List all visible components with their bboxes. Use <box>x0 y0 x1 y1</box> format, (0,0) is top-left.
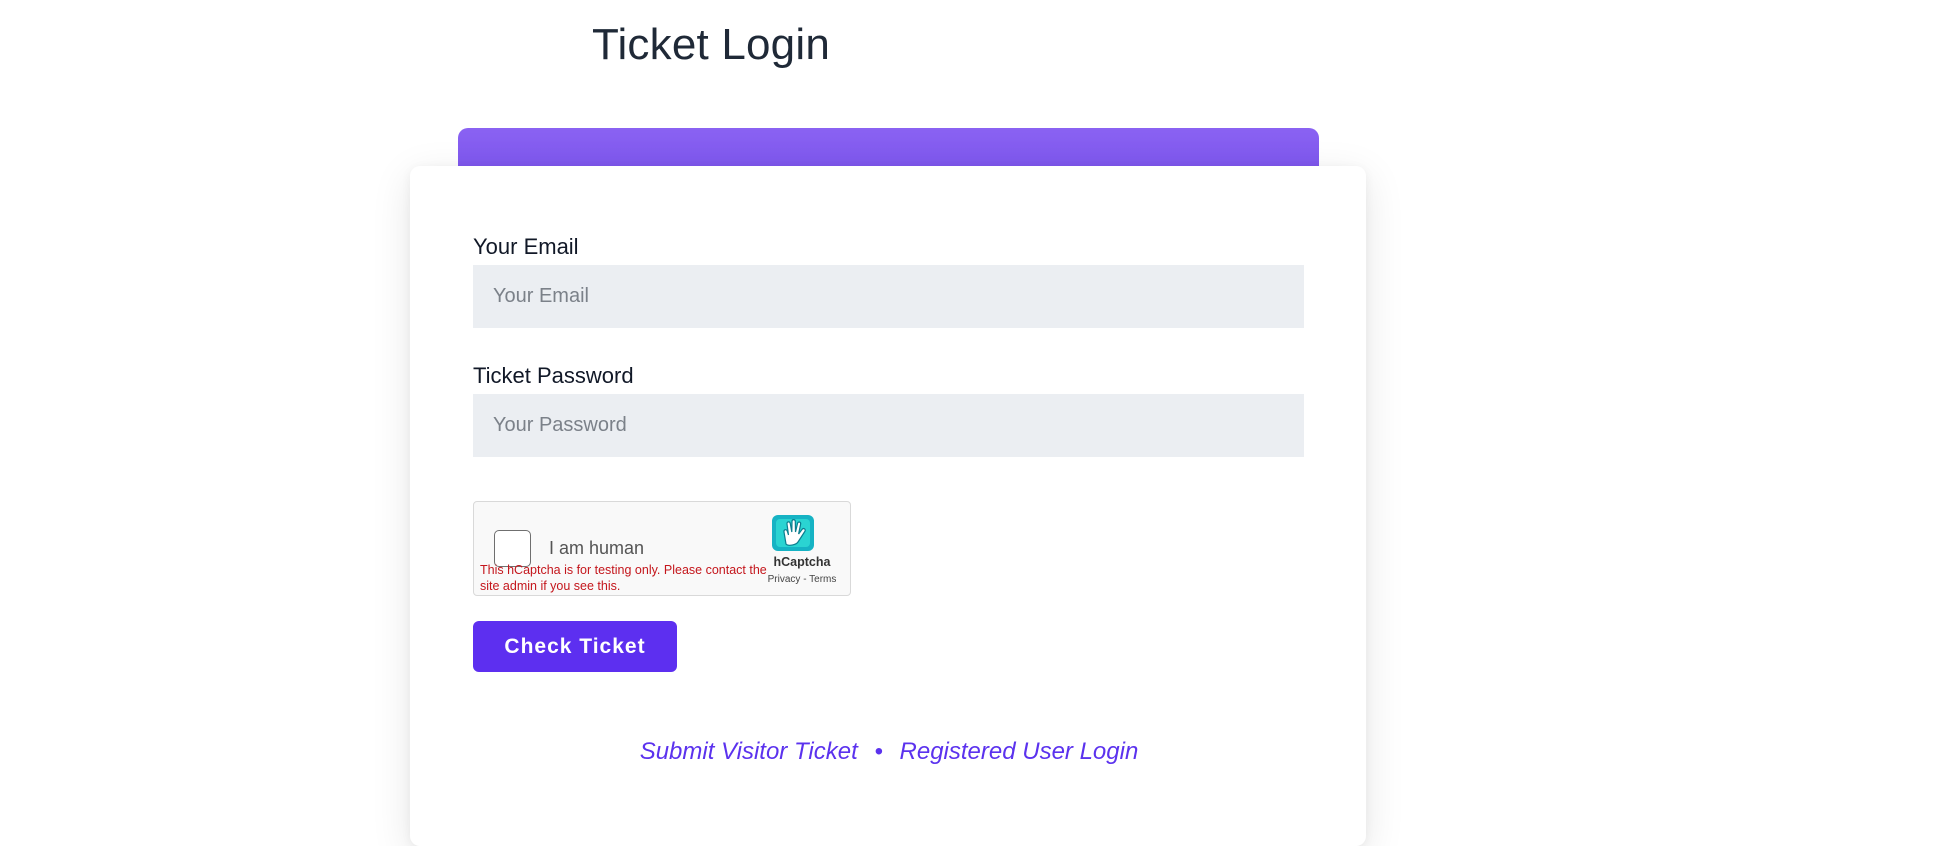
captcha-brand: hCaptcha <box>773 555 831 569</box>
submit-visitor-ticket-link[interactable]: Submit Visitor Ticket <box>640 738 858 765</box>
hcaptcha-hand-icon <box>772 515 814 551</box>
check-ticket-button[interactable]: Check Ticket <box>473 621 677 672</box>
captcha-terms-link[interactable]: Terms <box>809 574 836 585</box>
captcha-warning: This hCaptcha is for testing only. Pleas… <box>480 563 767 593</box>
captcha-links: Privacy - Terms <box>762 574 842 585</box>
password-field[interactable] <box>473 394 1304 457</box>
footer-links: Submit Visitor Ticket • Registered User … <box>0 738 1778 766</box>
registered-user-login-link[interactable]: Registered User Login <box>900 738 1139 765</box>
footer-separator: • <box>874 738 883 765</box>
hcaptcha-widget: I am human This hCaptcha is for testing … <box>473 501 851 596</box>
email-field[interactable] <box>473 265 1304 328</box>
password-label: Ticket Password <box>473 363 634 388</box>
captcha-links-separator: - <box>803 574 807 585</box>
captcha-label: I am human <box>549 538 645 558</box>
page-title: Ticket Login <box>592 20 830 69</box>
email-label: Your Email <box>473 234 579 259</box>
captcha-privacy-link[interactable]: Privacy <box>768 574 801 585</box>
